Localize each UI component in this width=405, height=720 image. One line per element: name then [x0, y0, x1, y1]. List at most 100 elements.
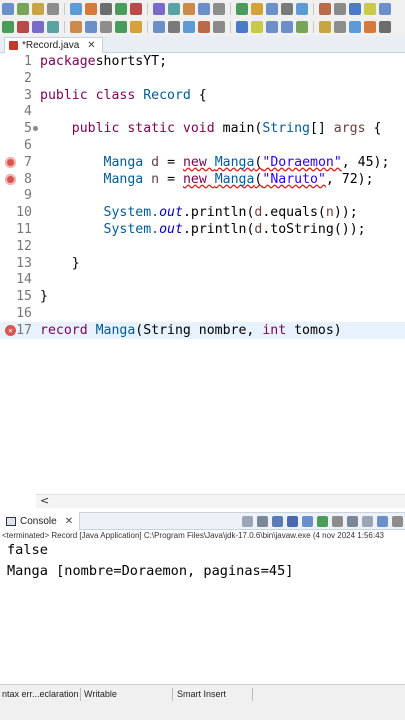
toolbar-button-icon[interactable]	[349, 21, 361, 33]
toolbar-button-icon[interactable]	[213, 3, 225, 15]
console-tool-icon[interactable]	[332, 516, 343, 527]
close-icon[interactable]: ✕	[65, 516, 73, 527]
close-icon[interactable]: ✕	[87, 40, 95, 51]
console-tool-icon[interactable]	[347, 516, 358, 527]
toolbar-button-icon[interactable]	[32, 3, 44, 15]
console-tool-icon[interactable]	[377, 516, 388, 527]
status-bar: ntax err...eclaration Writable Smart Ins…	[0, 684, 405, 704]
toolbar-button-icon[interactable]	[251, 21, 263, 33]
toolbar-button-icon[interactable]	[70, 21, 82, 33]
tab-console[interactable]: Console ✕	[0, 512, 81, 530]
horizontal-scrollbar[interactable]: <	[36, 494, 405, 508]
console-tool-icon[interactable]	[302, 516, 313, 527]
console-tool-icon[interactable]	[287, 516, 298, 527]
console-tab-label: Console	[20, 515, 57, 527]
code-editor[interactable]: 1 packageshortsYT; 2 3 public class Record {…	[0, 53, 405, 500]
code-line[interactable]: 9	[0, 187, 405, 204]
line-number: 15	[16, 289, 32, 305]
toolbar-button-icon[interactable]	[100, 3, 112, 15]
toolbar-button-icon[interactable]	[115, 21, 127, 33]
toolbar-button-icon[interactable]	[100, 21, 112, 33]
code-line[interactable]: 13 }	[0, 255, 405, 272]
toolbar-button-icon[interactable]	[266, 3, 278, 15]
toolbar-button-icon[interactable]	[115, 3, 127, 15]
toolbar-button-icon[interactable]	[17, 21, 29, 33]
code-line[interactable]: 11 System.out.println(d.toString());	[0, 221, 405, 238]
toolbar-button-icon[interactable]	[168, 21, 180, 33]
error-marker-icon[interactable]: ✕	[5, 324, 16, 336]
toolbar-button-icon[interactable]	[47, 21, 59, 33]
code-text: public class Record {	[40, 87, 207, 103]
toolbar-button-icon[interactable]	[349, 3, 361, 15]
code-line[interactable]: 6	[0, 137, 405, 154]
console-output-line: Manga [nombre=Doraemon, paginas=45]	[7, 563, 294, 579]
code-line[interactable]: 3 public class Record {	[0, 87, 405, 104]
editor-tab-record-java[interactable]: *Record.java ✕	[4, 37, 103, 53]
console-output[interactable]: false Manga [nombre=Doraemon, paginas=45…	[0, 542, 405, 682]
console-tool-icon[interactable]	[257, 516, 268, 527]
console-tool-icon[interactable]	[362, 516, 373, 527]
console-tool-icon[interactable]	[242, 516, 253, 527]
toolbar-button-icon[interactable]	[281, 21, 293, 33]
toolbar-button-icon[interactable]	[296, 3, 308, 15]
toolbar-button-icon[interactable]	[183, 3, 195, 15]
toolbar-button-icon[interactable]	[130, 3, 142, 15]
code-line[interactable]: 1 packageshortsYT;	[0, 53, 405, 70]
code-line[interactable]: 5 public static void main(String[] args …	[0, 120, 405, 137]
toolbar-button-icon[interactable]	[183, 21, 195, 33]
toolbar-button-icon[interactable]	[168, 3, 180, 15]
error-marker-icon[interactable]	[5, 156, 16, 168]
console-tool-icon[interactable]	[392, 516, 403, 527]
code-line[interactable]: 15}	[0, 288, 405, 305]
code-line[interactable]: 4	[0, 103, 405, 120]
toolbar-button-icon[interactable]	[236, 3, 248, 15]
toolbar-button-icon[interactable]	[32, 21, 44, 33]
code-line[interactable]: 7 Manga d = new Manga("Doraemon", 45);	[0, 154, 405, 171]
error-marker-icon[interactable]	[5, 173, 16, 185]
toolbar-button-icon[interactable]	[153, 3, 165, 15]
toolbar-button-icon[interactable]	[213, 21, 225, 33]
toolbar-button-icon[interactable]	[296, 21, 308, 33]
toolbar-button-icon[interactable]	[2, 21, 14, 33]
toolbar-button-icon[interactable]	[281, 3, 293, 15]
code-line[interactable]: 2	[0, 70, 405, 87]
code-line[interactable]: 10 System.out.println(d.equals(n));	[0, 204, 405, 221]
line-number: 1	[24, 54, 32, 69]
toolbar-button-icon[interactable]	[364, 21, 376, 33]
toolbar-button-icon[interactable]	[379, 21, 391, 33]
status-divider	[172, 688, 173, 701]
window-bottom-edge	[0, 704, 405, 720]
toolbar-button-icon[interactable]	[319, 3, 331, 15]
toolbar-button-icon[interactable]	[379, 3, 391, 15]
scroll-left-arrow-icon[interactable]: <	[40, 494, 49, 507]
toolbar-button-icon[interactable]	[319, 21, 331, 33]
toolbar-button-icon[interactable]	[17, 3, 29, 15]
toolbar-button-icon[interactable]	[130, 21, 142, 33]
toolbar-button-icon[interactable]	[251, 3, 263, 15]
toolbar-button-icon[interactable]	[47, 3, 59, 15]
toolbar-button-icon[interactable]	[198, 3, 210, 15]
code-text: System.out.println(d.toString());	[103, 222, 366, 237]
code-line[interactable]: 8 Manga n = new Manga("Naruto", 72);	[0, 171, 405, 188]
line-number: 10	[16, 205, 32, 221]
code-line[interactable]: 17 ✕ record Manga(String nombre, int tomos…	[0, 321, 405, 339]
toolbar-button-icon[interactable]	[334, 3, 346, 15]
toolbar-button-icon[interactable]	[364, 3, 376, 15]
status-error-summary[interactable]: ntax err...eclaration	[2, 689, 79, 699]
toolbar-button-icon[interactable]	[2, 3, 14, 15]
console-tool-icon[interactable]	[317, 516, 328, 527]
toolbar-button-icon[interactable]	[85, 21, 97, 33]
toolbar-button-icon[interactable]	[236, 21, 248, 33]
console-tool-icon[interactable]	[272, 516, 283, 527]
toolbar-button-icon[interactable]	[266, 21, 278, 33]
toolbar-button-icon[interactable]	[198, 21, 210, 33]
toolbar-button-icon[interactable]	[85, 3, 97, 15]
console-process-status: <terminated> Record [Java Application] C…	[0, 530, 405, 542]
code-line[interactable]: 12	[0, 238, 405, 255]
fold-toggle-icon[interactable]	[33, 126, 38, 132]
toolbar-button-icon[interactable]	[70, 3, 82, 15]
code-line[interactable]: 14	[0, 271, 405, 288]
code-line[interactable]: 16	[0, 305, 405, 322]
toolbar-button-icon[interactable]	[334, 21, 346, 33]
toolbar-button-icon[interactable]	[153, 21, 165, 33]
